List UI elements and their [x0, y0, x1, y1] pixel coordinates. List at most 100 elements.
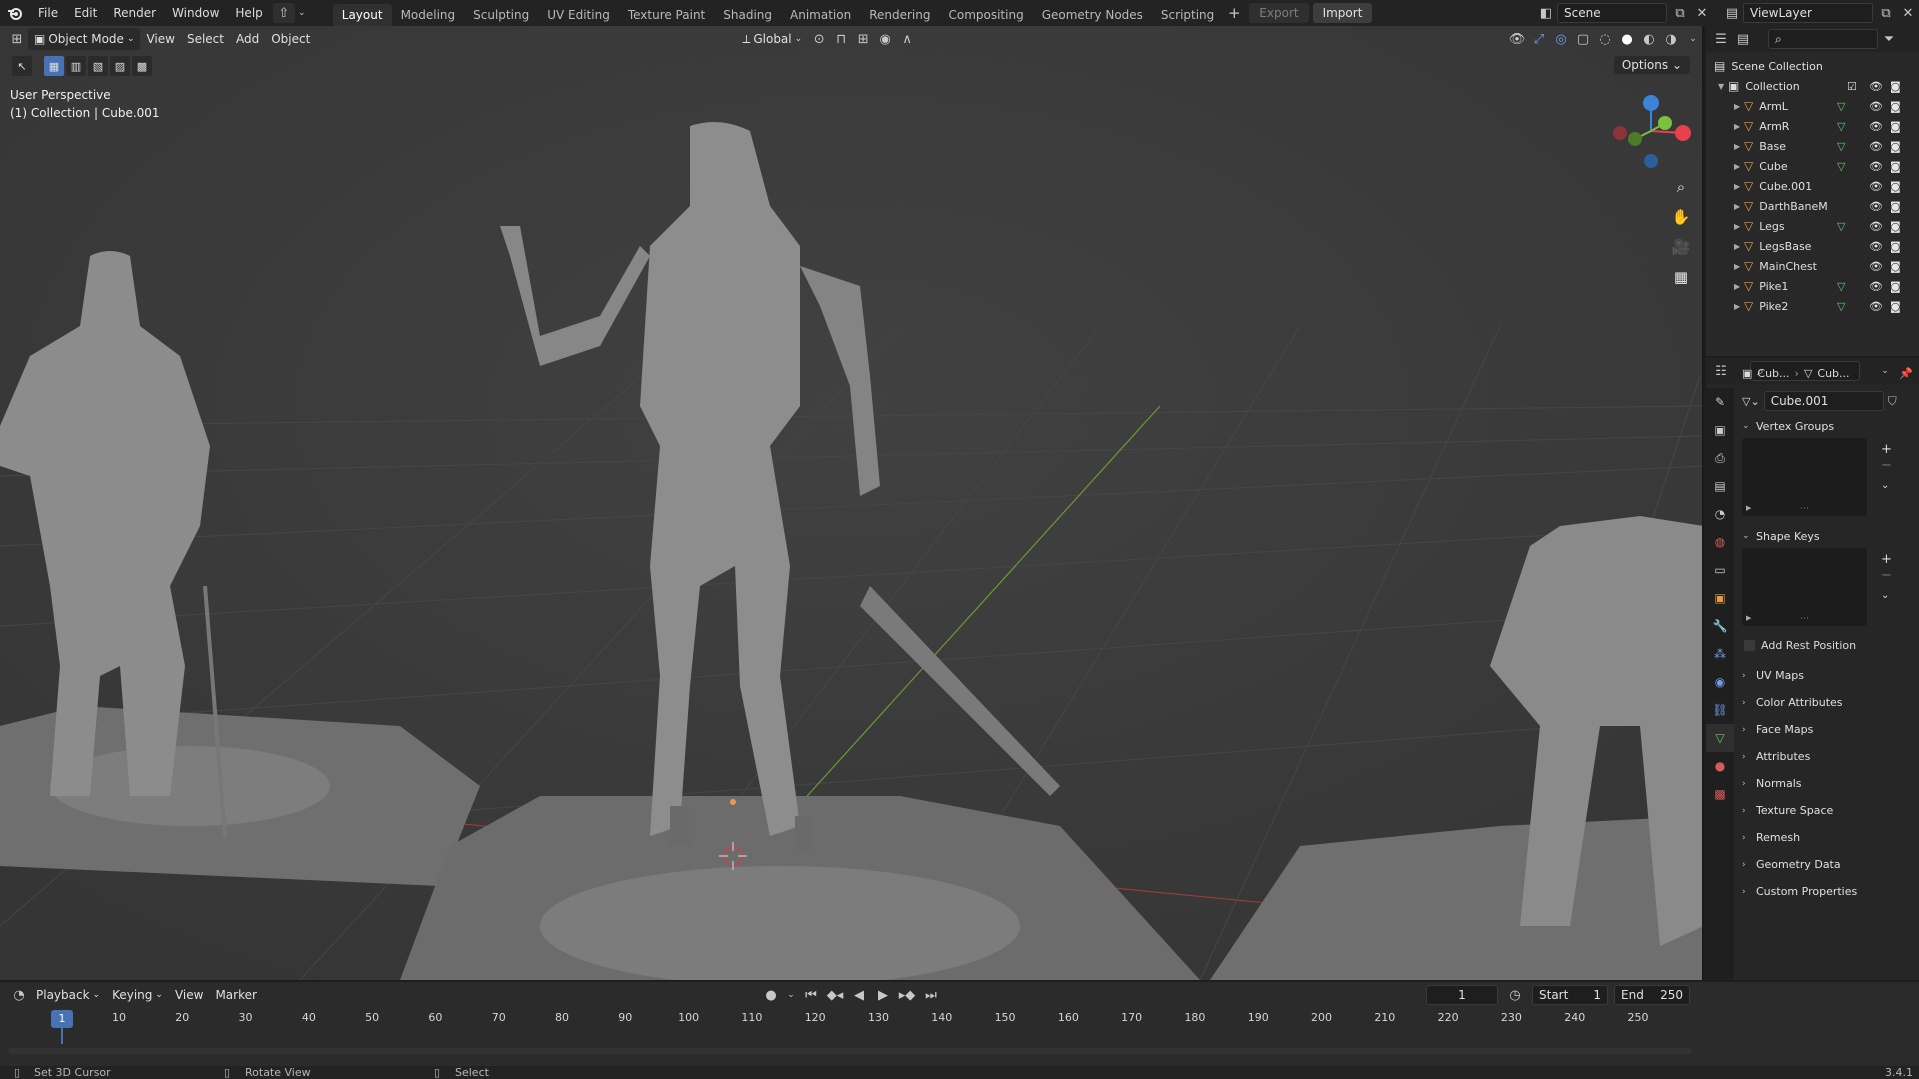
- mesh-data-icon[interactable]: ▽: [1837, 140, 1845, 153]
- physics-tab-icon[interactable]: ◉: [1706, 668, 1734, 696]
- collapse-triangle-icon[interactable]: ▼: [1718, 82, 1728, 91]
- mesh-data-icon[interactable]: ▽: [1837, 280, 1845, 293]
- tab-geometry-nodes[interactable]: Geometry Nodes: [1033, 4, 1152, 26]
- timeline-menu-keying[interactable]: Keying ⌄: [106, 984, 169, 1006]
- tab-compositing[interactable]: Compositing: [939, 4, 1032, 26]
- expand-triangle-icon[interactable]: ▶: [1734, 302, 1744, 311]
- proportional-edit-icon[interactable]: ◉: [874, 29, 896, 49]
- shape-key-menu-icon[interactable]: ⌄: [1881, 590, 1889, 601]
- view-layer-icon[interactable]: ▤: [1721, 3, 1743, 23]
- tab-uv-editing[interactable]: UV Editing: [538, 4, 619, 26]
- camera-icon[interactable]: ◙: [1890, 140, 1901, 153]
- viewport-menu-view[interactable]: View: [140, 28, 180, 50]
- render-tab-icon[interactable]: ▣: [1706, 416, 1734, 444]
- import-button[interactable]: Import: [1312, 3, 1373, 23]
- expand-triangle-icon[interactable]: ▶: [1734, 182, 1744, 191]
- list-expand-icon[interactable]: ▶: [1746, 504, 1751, 512]
- select-intersect-icon[interactable]: ▩: [132, 56, 152, 76]
- camera-icon[interactable]: ◙: [1890, 300, 1901, 313]
- camera-icon[interactable]: ◙: [1890, 80, 1901, 93]
- modifier-tab-icon[interactable]: 🔧: [1706, 612, 1734, 640]
- fake-user-shield-icon[interactable]: ⛉: [1888, 394, 1897, 409]
- panel-header[interactable]: › UV Maps: [1734, 662, 1919, 689]
- blender-logo-icon[interactable]: [0, 0, 30, 26]
- select-new-icon[interactable]: ▦: [44, 56, 64, 76]
- solid-shading-icon[interactable]: ●: [1616, 29, 1638, 49]
- add-vertex-group-icon[interactable]: +: [1881, 442, 1892, 457]
- select-subtract-icon[interactable]: ▧: [88, 56, 108, 76]
- camera-icon[interactable]: ◙: [1890, 120, 1901, 133]
- menu-help[interactable]: Help: [227, 0, 270, 26]
- outliner-object-row[interactable]: ▶ ▽ Base ▽ 👁 ◙: [1706, 136, 1919, 156]
- pivot-icon[interactable]: ⊙: [808, 29, 830, 49]
- panel-header[interactable]: › Remesh: [1734, 824, 1919, 851]
- record-icon[interactable]: ●: [760, 985, 782, 1005]
- chevron-down-icon[interactable]: ⌄: [295, 3, 309, 23]
- scene-icon[interactable]: ◧: [1535, 3, 1557, 23]
- view-layer-selector[interactable]: ViewLayer: [1743, 3, 1873, 23]
- new-scene-icon[interactable]: ⧉: [1669, 3, 1691, 23]
- add-rest-position-checkbox[interactable]: [1744, 639, 1755, 651]
- mesh-data-icon[interactable]: ▽: [1837, 100, 1845, 113]
- tweak-tool-icon[interactable]: ↖: [12, 56, 32, 76]
- options-button[interactable]: Options ⌄: [1613, 56, 1690, 74]
- outliner-object-row[interactable]: ▶ ▽ MainChest 👁 ◙: [1706, 256, 1919, 276]
- menu-edit[interactable]: Edit: [66, 0, 105, 26]
- vertex-group-menu-icon[interactable]: ⌄: [1881, 480, 1889, 491]
- collection-tab-icon[interactable]: ▭: [1706, 556, 1734, 584]
- tool-tab-icon[interactable]: ✎: [1706, 388, 1734, 416]
- menu-window[interactable]: Window: [164, 0, 227, 26]
- eye-icon[interactable]: 👁: [1869, 300, 1883, 313]
- eye-icon[interactable]: 👁: [1869, 160, 1883, 173]
- list-expand-icon[interactable]: ▶: [1746, 614, 1751, 622]
- tab-rendering[interactable]: Rendering: [860, 4, 939, 26]
- wireframe-shading-icon[interactable]: ◌: [1594, 29, 1616, 49]
- tab-texture-paint[interactable]: Texture Paint: [619, 4, 714, 26]
- preview-range-clock-icon[interactable]: ◷: [1504, 985, 1526, 1005]
- expand-triangle-icon[interactable]: ▶: [1734, 202, 1744, 211]
- snap-icon[interactable]: ⊓: [830, 29, 852, 49]
- xray-icon[interactable]: ▢: [1572, 29, 1594, 49]
- resize-grip-icon[interactable]: ⋯: [1800, 504, 1809, 514]
- texture-tab-icon[interactable]: ▩: [1706, 780, 1734, 808]
- delete-scene-icon[interactable]: ✕: [1691, 3, 1713, 23]
- material-shading-icon[interactable]: ◐: [1638, 29, 1660, 49]
- data-tab-icon[interactable]: ▽: [1706, 724, 1734, 752]
- collection-row[interactable]: ▼ ▣ Collection ☑ 👁 ◙: [1706, 76, 1919, 96]
- timeline-menu-marker[interactable]: Marker: [209, 984, 262, 1006]
- visibility-icon[interactable]: 👁: [1506, 29, 1528, 49]
- zoom-icon[interactable]: ⌕: [1668, 174, 1694, 200]
- prev-keyframe-icon[interactable]: ◆◂: [824, 985, 846, 1005]
- panel-header[interactable]: › Face Maps: [1734, 716, 1919, 743]
- select-extend-icon[interactable]: ▥: [66, 56, 86, 76]
- expand-triangle-icon[interactable]: ▶: [1734, 262, 1744, 271]
- outliner-object-row[interactable]: ▶ ▽ Legs ▽ 👁 ◙: [1706, 216, 1919, 236]
- panel-header[interactable]: › Normals: [1734, 770, 1919, 797]
- 3d-viewport[interactable]: ⊞ ▣ Object Mode ⌄ View Select Add Object…: [0, 26, 1704, 980]
- expand-triangle-icon[interactable]: ▶: [1734, 142, 1744, 151]
- outliner-editor-icon[interactable]: ☰: [1710, 29, 1732, 49]
- scene-tab-icon[interactable]: ◔: [1706, 500, 1734, 528]
- shading-options-icon[interactable]: ⌄: [1682, 29, 1702, 49]
- viewport-menu-select[interactable]: Select: [181, 28, 230, 50]
- eye-icon[interactable]: 👁: [1869, 180, 1883, 193]
- tab-sculpting[interactable]: Sculpting: [464, 4, 538, 26]
- mesh-browse-icon[interactable]: ▽⌄: [1742, 395, 1760, 408]
- camera-icon[interactable]: ◙: [1890, 280, 1901, 293]
- play-icon[interactable]: ▶: [872, 985, 894, 1005]
- pin-icon[interactable]: 📌: [1899, 367, 1913, 380]
- perspective-toggle-icon[interactable]: ▦: [1668, 264, 1694, 290]
- overlay-icon[interactable]: ◎: [1550, 29, 1572, 49]
- mesh-data-icon[interactable]: ▽: [1837, 220, 1845, 233]
- timeline-menu-view[interactable]: View: [169, 984, 209, 1006]
- vertex-groups-panel-header[interactable]: ⌄ Vertex Groups: [1734, 414, 1919, 438]
- shape-keys-list[interactable]: ▶ ⋯: [1742, 548, 1867, 626]
- camera-icon[interactable]: ◙: [1890, 180, 1901, 193]
- outliner-object-row[interactable]: ▶ ▽ ArmR ▽ 👁 ◙: [1706, 116, 1919, 136]
- output-tab-icon[interactable]: ⎙: [1706, 444, 1734, 472]
- rendered-shading-icon[interactable]: ◑: [1660, 29, 1682, 49]
- outliner-object-row[interactable]: ▶ ▽ Cube ▽ 👁 ◙: [1706, 156, 1919, 176]
- start-frame-field[interactable]: Start 1: [1532, 985, 1608, 1005]
- mesh-data-icon[interactable]: ▽: [1837, 120, 1845, 133]
- timeline-menu-playback[interactable]: Playback ⌄: [30, 984, 106, 1006]
